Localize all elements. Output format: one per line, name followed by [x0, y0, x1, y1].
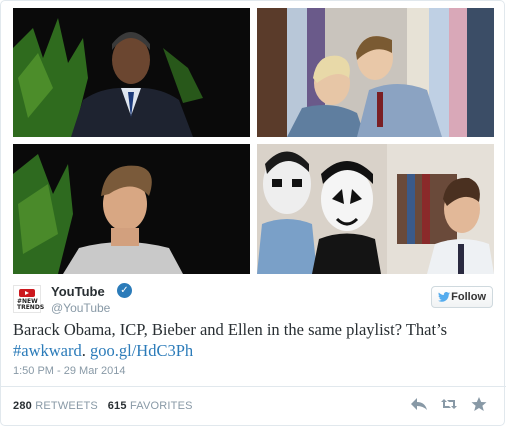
tweet-text-separator: .: [81, 341, 90, 360]
youtube-logo-icon: [19, 289, 35, 297]
follow-label: Follow: [451, 291, 486, 303]
photo-ellen[interactable]: [257, 8, 494, 137]
engagement-stats: 280 RETWEETS 615 FAVORITES: [13, 400, 193, 412]
favorites-count[interactable]: 615: [108, 400, 127, 412]
hashtag-link[interactable]: #awkward: [13, 341, 82, 360]
retweets-label[interactable]: RETWEETS: [35, 400, 98, 412]
avatar-caption: #NEW TRENDS: [17, 298, 45, 311]
tweet-card: #NEW TRENDS YouTube ✓ @YouTube Follow Bar…: [0, 0, 506, 426]
favorite-icon[interactable]: [470, 396, 488, 412]
photo-icp[interactable]: [257, 144, 494, 274]
short-url-link[interactable]: goo.gl/HdC3Ph: [90, 341, 193, 360]
tweet-text-body: Barack Obama, ICP, Bieber and Ellen in t…: [13, 320, 448, 339]
tweet-text: Barack Obama, ICP, Bieber and Ellen in t…: [13, 319, 495, 361]
user-handle[interactable]: @YouTube: [51, 301, 110, 315]
follow-button[interactable]: Follow: [431, 286, 493, 308]
favorites-label[interactable]: FAVORITES: [130, 400, 193, 412]
tweet-actions: [410, 396, 490, 412]
retweet-icon[interactable]: [440, 396, 458, 412]
timestamp[interactable]: 1:50 PM - 29 Mar 2014: [13, 365, 126, 377]
reply-icon[interactable]: [410, 396, 428, 412]
avatar[interactable]: #NEW TRENDS: [13, 285, 45, 313]
tweet-header: #NEW TRENDS YouTube ✓ @YouTube Follow: [13, 283, 493, 319]
photo-bieber[interactable]: [13, 144, 250, 274]
twitter-bird-icon: [438, 292, 450, 302]
retweets-count[interactable]: 280: [13, 400, 32, 412]
photo-obama[interactable]: [13, 8, 250, 137]
verified-check-icon: ✓: [117, 283, 132, 298]
display-name[interactable]: YouTube: [51, 284, 105, 299]
divider: [1, 386, 506, 387]
